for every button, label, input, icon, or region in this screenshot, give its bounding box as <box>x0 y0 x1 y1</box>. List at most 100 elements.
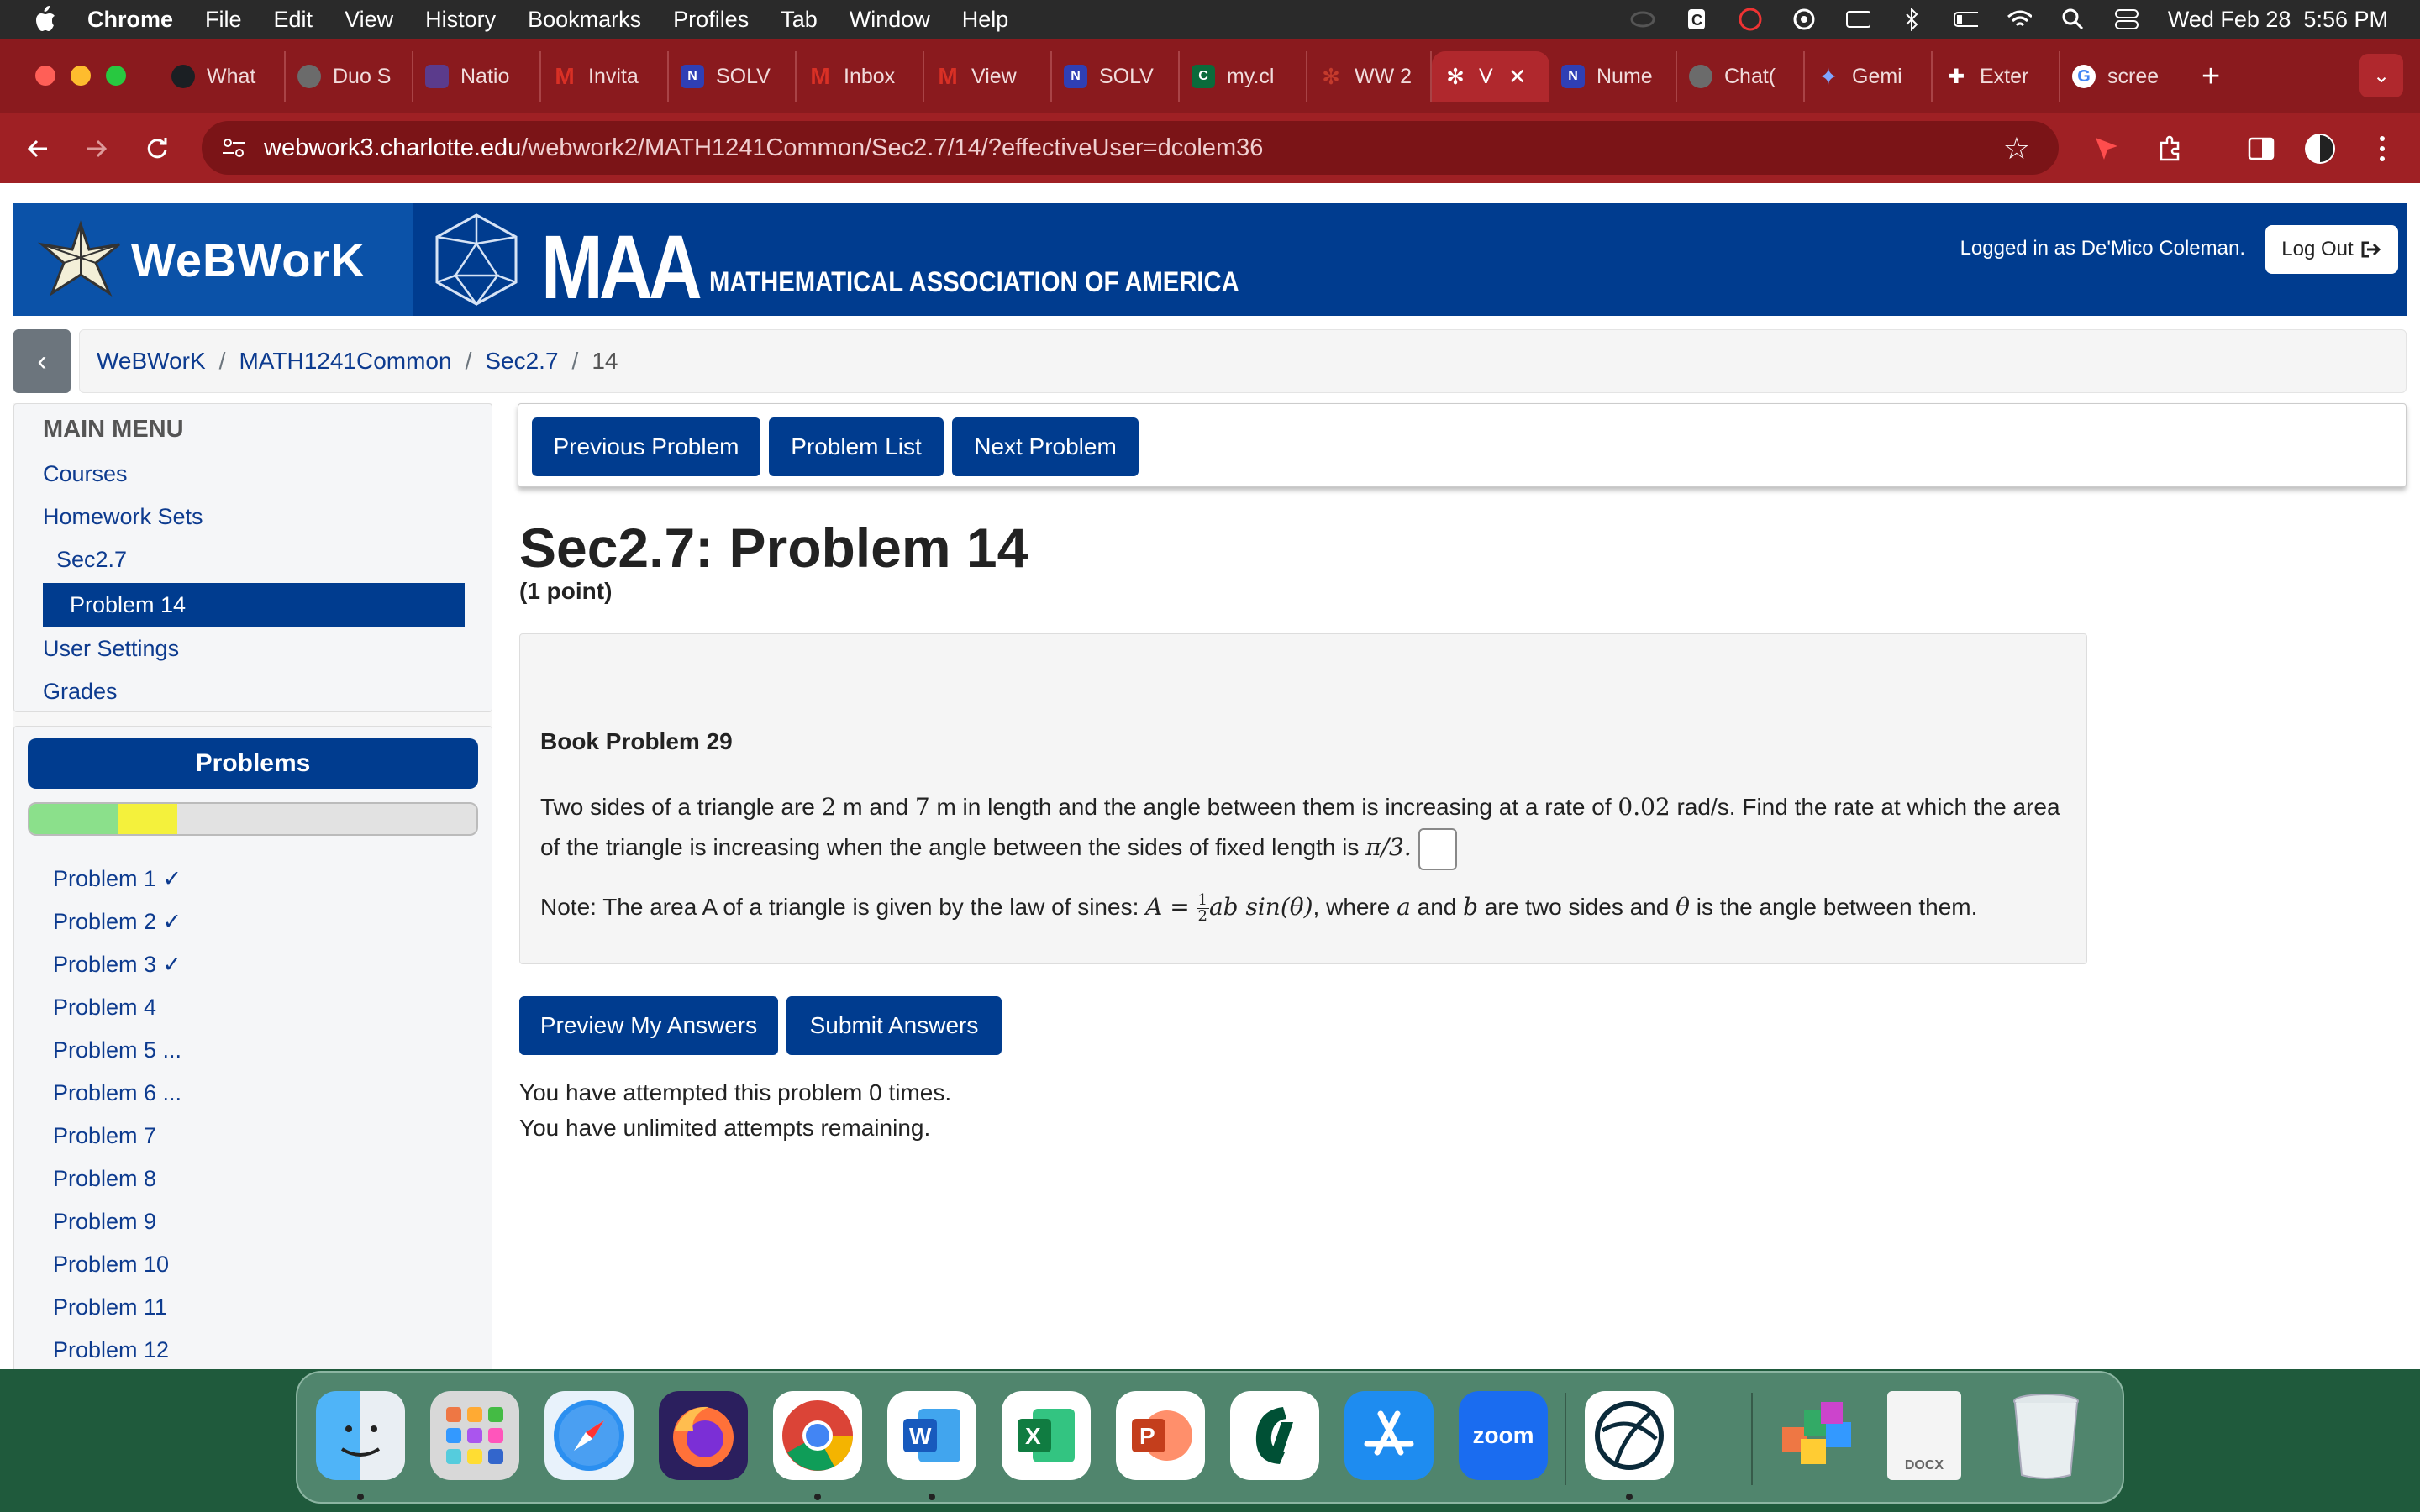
excel-icon[interactable]: X <box>1002 1391 1091 1480</box>
back-arrow-icon[interactable] <box>17 128 59 170</box>
menu-edit[interactable]: Edit <box>274 7 313 33</box>
close-window-icon[interactable] <box>35 66 55 86</box>
problem-link[interactable]: Problem 10 <box>53 1252 169 1278</box>
browser-tab[interactable]: N SOLV <box>1052 51 1180 102</box>
problem-link[interactable]: Problem 3 ✓ <box>53 952 182 978</box>
preview-answers-button[interactable]: Preview My Answers <box>519 996 778 1055</box>
bookmark-star-icon[interactable]: ☆ <box>2003 131 2030 166</box>
problem-link[interactable]: Problem 12 <box>53 1337 169 1363</box>
close-tab-icon[interactable]: ✕ <box>1508 64 1527 90</box>
maa-logo[interactable]: MAA MATHEMATICAL ASSOCIATION OF AMERICA <box>427 210 1325 312</box>
menu-view[interactable]: View <box>345 7 393 33</box>
sidebar-item-homework-sets[interactable]: Homework Sets <box>43 504 203 530</box>
site-settings-icon[interactable] <box>217 131 250 165</box>
finder-icon[interactable] <box>316 1391 405 1480</box>
safari-icon[interactable] <box>544 1391 634 1480</box>
submit-answers-button[interactable]: Submit Answers <box>786 996 1002 1055</box>
forward-arrow-icon[interactable] <box>76 128 118 170</box>
apple-icon[interactable] <box>30 5 59 34</box>
sidebar-item-active-problem[interactable]: Problem 14 <box>43 583 465 627</box>
browser-tab[interactable]: M Invita <box>541 51 669 102</box>
problem-link[interactable]: Problem 7 <box>53 1123 156 1149</box>
reload-icon[interactable] <box>136 128 178 170</box>
charlotte-status-icon[interactable]: C <box>1684 9 1709 29</box>
office-files-icon[interactable] <box>1773 1391 1862 1480</box>
previous-problem-button[interactable]: Previous Problem <box>532 417 760 476</box>
powerpoint-icon[interactable]: P <box>1116 1391 1205 1480</box>
record-status-icon[interactable] <box>1738 8 1763 31</box>
breadcrumb-link-course[interactable]: MATH1241Common <box>239 348 451 375</box>
browser-tab[interactable]: Natio <box>413 51 541 102</box>
menu-app-name[interactable]: Chrome <box>87 7 173 33</box>
battery-icon[interactable] <box>1953 9 1978 29</box>
charlotte-icon[interactable] <box>1230 1391 1319 1480</box>
launchpad-icon[interactable] <box>430 1391 519 1480</box>
new-tab-icon[interactable]: + <box>2202 59 2220 95</box>
chrome-icon[interactable] <box>773 1391 862 1480</box>
menu-file[interactable]: File <box>205 7 242 33</box>
pointer-extension-icon[interactable] <box>2086 128 2128 170</box>
minimize-window-icon[interactable] <box>71 66 91 86</box>
profile-avatar-icon[interactable] <box>2299 128 2341 170</box>
spotlight-search-icon[interactable] <box>2060 8 2086 30</box>
zoom-icon[interactable]: zoom <box>1459 1391 1548 1480</box>
creative-cloud-icon[interactable] <box>1630 9 1655 29</box>
chatgpt-status-icon[interactable] <box>1791 8 1817 30</box>
browser-tab[interactable]: ✚ Exter <box>1933 51 2060 102</box>
keyboard-input-icon[interactable] <box>1845 9 1870 29</box>
more-menu-icon[interactable] <box>2361 128 2403 170</box>
logout-button[interactable]: Log Out <box>2265 225 2398 274</box>
browser-tab[interactable]: Chat( <box>1677 51 1805 102</box>
webwork-logo[interactable]: WeBWorK <box>13 203 413 316</box>
docx-file-icon[interactable]: DOCX <box>1887 1391 1961 1480</box>
breadcrumb-link-set[interactable]: Sec2.7 <box>485 348 558 375</box>
menu-help[interactable]: Help <box>962 7 1009 33</box>
sidebar-item-grades[interactable]: Grades <box>43 679 118 705</box>
next-problem-button[interactable]: Next Problem <box>952 417 1139 476</box>
menu-profiles[interactable]: Profiles <box>673 7 749 33</box>
browser-tab[interactable]: Cmy.cl <box>1180 51 1307 102</box>
sidebar-item-user-settings[interactable]: User Settings <box>43 636 179 662</box>
browser-tab[interactable]: N SOLV <box>669 51 797 102</box>
browser-tab[interactable]: What <box>160 51 286 102</box>
problem-link[interactable]: Problem 2 ✓ <box>53 909 182 935</box>
problem-link[interactable]: Problem 9 <box>53 1209 156 1235</box>
breadcrumb-link-webwork[interactable]: WeBWorK <box>97 348 206 375</box>
tab-search-chevron-icon[interactable]: ⌄ <box>2360 54 2403 97</box>
word-icon[interactable]: W <box>887 1391 976 1480</box>
browser-tab[interactable]: ✻ WW 2 <box>1307 51 1432 102</box>
extensions-puzzle-icon[interactable] <box>2149 128 2191 170</box>
menu-bookmarks[interactable]: Bookmarks <box>528 7 641 33</box>
problem-link[interactable]: Problem 4 <box>53 995 156 1021</box>
browser-tab[interactable]: M View <box>924 51 1052 102</box>
browser-tab-active[interactable]: ✻ V ✕ <box>1432 51 1549 102</box>
sidebar-item-courses[interactable]: Courses <box>43 461 128 487</box>
menu-tab[interactable]: Tab <box>781 7 818 33</box>
side-panel-icon[interactable] <box>2240 128 2282 170</box>
menu-window[interactable]: Window <box>850 7 930 33</box>
back-button[interactable]: ‹ <box>13 329 71 393</box>
problem-list-button[interactable]: Problem List <box>769 417 944 476</box>
problem-link[interactable]: Problem 8 <box>53 1166 156 1192</box>
problem-link[interactable]: Problem 6 ... <box>53 1080 182 1106</box>
menu-history[interactable]: History <box>425 7 496 33</box>
browser-tab[interactable]: Gscree <box>2060 51 2185 102</box>
trash-icon[interactable] <box>2002 1391 2091 1480</box>
url-text[interactable]: webwork3.charlotte.edu/webwork2/MATH1241… <box>264 134 1263 162</box>
browser-tab[interactable]: ✦ Gemi <box>1805 51 1933 102</box>
control-center-icon[interactable] <box>2114 9 2139 29</box>
problem-link[interactable]: Problem 1 ✓ <box>53 866 182 892</box>
wifi-icon[interactable] <box>2007 9 2032 29</box>
app-store-icon[interactable] <box>1344 1391 1434 1480</box>
zoom-window-icon[interactable] <box>106 66 126 86</box>
problem-link[interactable]: Problem 5 ... <box>53 1037 182 1063</box>
answer-input[interactable] <box>1418 827 1457 870</box>
sidebar-item-set[interactable]: Sec2.7 <box>56 547 127 573</box>
worldwide-icon[interactable] <box>1585 1391 1674 1480</box>
address-bar[interactable]: webwork3.charlotte.edu/webwork2/MATH1241… <box>202 121 2059 175</box>
menubar-clock[interactable]: Wed Feb 28 5:56 PM <box>2168 7 2388 33</box>
browser-tab[interactable]: M Inbox <box>797 51 924 102</box>
bluetooth-icon[interactable] <box>1899 8 1924 31</box>
browser-tab[interactable]: N Nume <box>1549 51 1677 102</box>
browser-tab[interactable]: Duo S <box>286 51 413 102</box>
